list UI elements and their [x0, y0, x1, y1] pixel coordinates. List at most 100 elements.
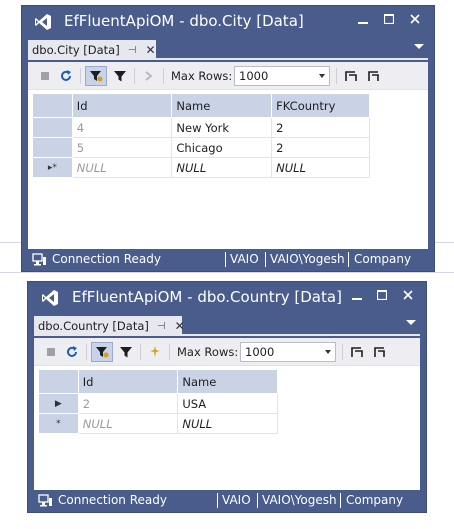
server-name: VAIO — [222, 493, 251, 507]
script-button[interactable] — [145, 342, 165, 362]
status-separator — [257, 493, 258, 508]
data-grid: Id Name ▶ 2 USA * NULL NULL — [38, 369, 278, 434]
script-button[interactable] — [139, 66, 159, 86]
filter-button[interactable] — [116, 342, 136, 362]
status-separator — [348, 252, 349, 267]
table-cell[interactable]: NULL — [71, 157, 173, 178]
sort-filter-button[interactable] — [85, 66, 107, 86]
close-button[interactable] — [397, 284, 419, 306]
table-row[interactable]: 5 Chicago 2 — [32, 137, 370, 158]
table-cell[interactable]: NULL — [77, 413, 179, 434]
results-to-grid-button[interactable] — [348, 342, 366, 362]
max-rows-select[interactable]: 1000 — [234, 66, 330, 86]
city-data-window: EfFluentApiOM - dbo.City [Data] dbo.City… — [21, 5, 435, 272]
tab-city-data[interactable]: dbo.City [Data] ⊣ ✕ — [28, 40, 156, 60]
table-cell[interactable]: New York — [171, 117, 273, 138]
column-header[interactable]: FKCountry — [271, 93, 370, 118]
maximize-button[interactable] — [378, 8, 400, 30]
tab-dropdown-icon[interactable] — [406, 320, 416, 325]
toolbar-separator — [169, 344, 170, 360]
table-cell[interactable]: 2 — [77, 393, 179, 414]
table-cell[interactable]: NULL — [171, 157, 273, 178]
table-cell[interactable]: NULL — [271, 157, 370, 178]
filter-button[interactable] — [110, 66, 130, 86]
tab-close-icon[interactable]: ✕ — [145, 43, 155, 57]
tab-label: dbo.City [Data] — [32, 43, 120, 57]
toolbar-separator — [134, 68, 135, 84]
close-icon — [403, 290, 413, 300]
minimize-icon — [358, 22, 368, 24]
new-row[interactable]: ▸* NULL NULL NULL — [32, 157, 370, 178]
row-selector[interactable] — [32, 137, 73, 158]
stop-button[interactable] — [36, 66, 54, 86]
filter-sort-icon — [96, 347, 109, 358]
stop-icon — [41, 72, 49, 80]
stop-button[interactable] — [42, 342, 60, 362]
close-icon — [410, 14, 420, 24]
minimize-button[interactable] — [352, 8, 374, 30]
tab-country-data[interactable]: dbo.Country [Data] ⊣ ✕ — [34, 316, 185, 336]
select-all-cell[interactable] — [32, 93, 73, 118]
column-header[interactable]: Id — [71, 93, 173, 118]
table-cell[interactable]: Chicago — [171, 137, 273, 158]
toolbar-separator — [86, 344, 87, 360]
table-cell[interactable]: NULL — [177, 413, 278, 434]
table-cell[interactable]: 2 — [271, 117, 370, 138]
refresh-button[interactable] — [56, 66, 76, 86]
column-header[interactable]: Name — [177, 369, 278, 394]
select-all-cell[interactable] — [38, 369, 79, 394]
table-cell[interactable]: 2 — [271, 137, 370, 158]
new-row-selector[interactable]: ▸* — [32, 157, 73, 178]
refresh-icon — [61, 70, 71, 81]
maximize-button[interactable] — [371, 284, 393, 306]
row-selector[interactable] — [32, 117, 73, 138]
data-grid: Id Name FKCountry 4 New York 2 5 Chicago… — [32, 93, 370, 178]
table-cell[interactable]: 5 — [71, 137, 173, 158]
database-name: Company — [354, 252, 412, 266]
filter-sort-icon — [90, 71, 103, 82]
minimize-button[interactable] — [346, 284, 368, 306]
close-button[interactable] — [404, 8, 426, 30]
max-rows-label: Max Rows: — [171, 69, 233, 83]
pin-icon[interactable]: ⊣ — [128, 45, 137, 56]
results-to-text-button[interactable] — [370, 342, 388, 362]
current-row-icon: ▶ — [54, 398, 62, 409]
status-bar: Connection Ready VAIO VAIO\Yogesh Compan… — [28, 490, 426, 512]
toolbar-separator — [163, 68, 164, 84]
refresh-icon — [67, 346, 77, 357]
tab-dropdown-icon[interactable] — [414, 44, 424, 49]
connection-icon — [38, 494, 52, 507]
filter-icon — [120, 347, 132, 358]
results-to-grid-button[interactable] — [342, 66, 360, 86]
table-row[interactable]: 4 New York 2 — [32, 117, 370, 138]
column-header[interactable]: Id — [77, 369, 179, 394]
connection-status: Connection Ready — [52, 252, 161, 266]
table-row[interactable]: ▶ 2 USA — [38, 393, 278, 414]
chevron-down-icon — [319, 74, 325, 78]
max-rows-label: Max Rows: — [177, 345, 239, 359]
database-name: Company — [346, 493, 404, 507]
max-rows-select[interactable]: 1000 — [240, 342, 336, 362]
toolbar: Max Rows: 1000 — [34, 338, 420, 366]
new-row[interactable]: * NULL NULL — [38, 413, 278, 434]
maximize-icon — [384, 14, 394, 24]
connection-icon — [32, 253, 46, 266]
pin-icon[interactable]: ⊣ — [157, 321, 166, 332]
new-row-selector[interactable]: * — [38, 413, 79, 434]
status-separator — [265, 252, 266, 267]
stop-icon — [47, 348, 55, 356]
results-to-text-button[interactable] — [364, 66, 382, 86]
table-cell[interactable]: USA — [177, 393, 278, 414]
script-icon — [150, 346, 160, 357]
refresh-button[interactable] — [62, 342, 82, 362]
tab-close-icon[interactable]: ✕ — [175, 319, 185, 333]
row-selector[interactable]: ▶ — [38, 393, 79, 414]
title-bar[interactable]: EfFluentApiOM - dbo.Country [Data] — [28, 282, 426, 312]
header-row: Id Name — [38, 369, 278, 394]
sort-filter-button[interactable] — [91, 342, 113, 362]
title-bar[interactable]: EfFluentApiOM - dbo.City [Data] — [22, 6, 434, 36]
document-tab-strip: dbo.Country [Data] ⊣ ✕ — [34, 316, 420, 336]
table-cell[interactable]: 4 — [71, 117, 173, 138]
toolbar-separator — [342, 344, 343, 360]
column-header[interactable]: Name — [171, 93, 273, 118]
